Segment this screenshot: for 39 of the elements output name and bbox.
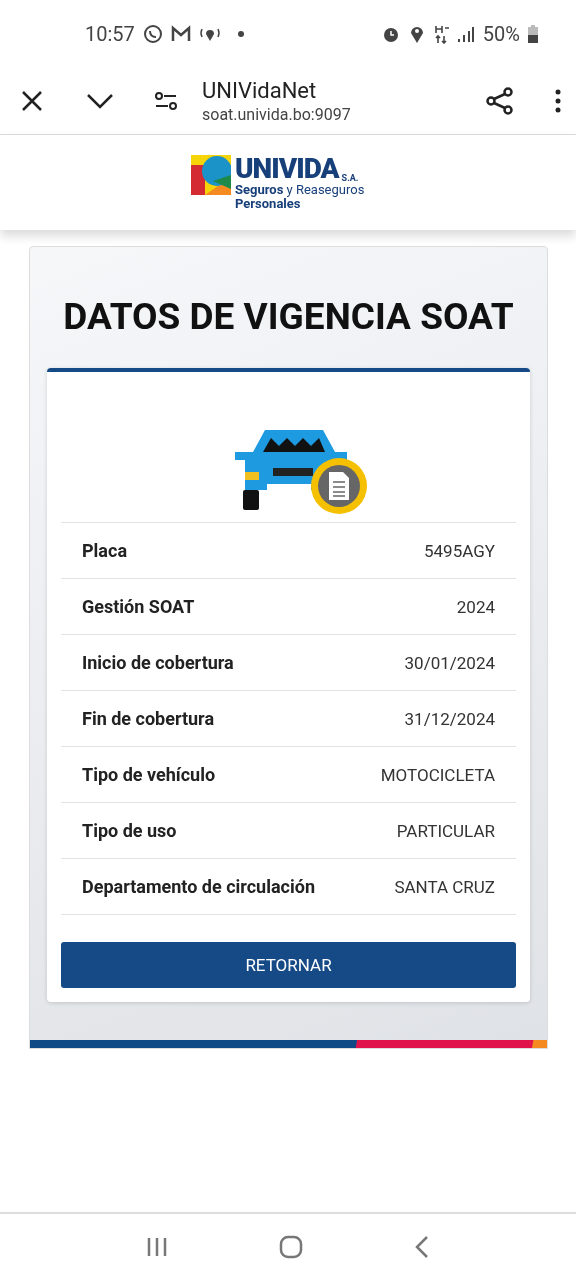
field-label: Placa	[82, 540, 127, 561]
brand-name: UNIVIDA	[235, 154, 339, 183]
battery-percentage: 50%	[482, 22, 520, 46]
page-title: UNIVidaNet	[202, 78, 318, 103]
whatsapp-icon	[142, 24, 163, 44]
battery-icon	[528, 25, 538, 43]
field-label: Tipo de vehículo	[82, 764, 216, 785]
close-icon[interactable]	[20, 89, 44, 113]
site-settings-icon[interactable]	[154, 91, 178, 111]
dot-icon	[236, 30, 245, 38]
clock: 10:57	[85, 22, 135, 46]
location-icon	[408, 24, 425, 44]
home-icon[interactable]	[279, 1235, 303, 1259]
field-label: Fin de cobertura	[82, 708, 215, 729]
share-icon[interactable]	[486, 87, 514, 115]
mail-icon	[170, 25, 191, 43]
brand-suffix: S.A.	[341, 172, 359, 183]
back-icon[interactable]	[414, 1235, 431, 1259]
chevron-down-icon[interactable]	[86, 93, 114, 109]
field-value: MOTOCICLETA	[380, 764, 495, 785]
field-value: 2024	[456, 596, 495, 617]
field-label: Gestión SOAT	[82, 596, 195, 617]
field-value: PARTICULAR	[396, 820, 495, 841]
field-label: Departamento de circulación	[82, 876, 315, 897]
brand-tagline: Seguros y Reaseguros Personales	[235, 182, 366, 211]
field-value: SANTA CRUZ	[394, 876, 495, 897]
return-button[interactable]: RETORNAR	[61, 942, 516, 988]
field-label: Tipo de uso	[82, 820, 177, 841]
logo-icon	[191, 154, 231, 195]
data-icon	[432, 24, 449, 44]
signal-icon	[456, 25, 475, 43]
field-value: 31/12/2024	[404, 708, 495, 729]
url: soat.univida.bo:9097	[202, 105, 352, 124]
field-value: 5495AGY	[424, 540, 495, 561]
more-icon[interactable]	[554, 89, 562, 113]
heading: DATOS DE VIGENCIA SOAT	[62, 295, 515, 338]
field-label: Inicio de cobertura	[82, 652, 234, 673]
recent-apps-icon[interactable]	[145, 1236, 168, 1258]
field-value: 30/01/2024	[404, 652, 495, 673]
